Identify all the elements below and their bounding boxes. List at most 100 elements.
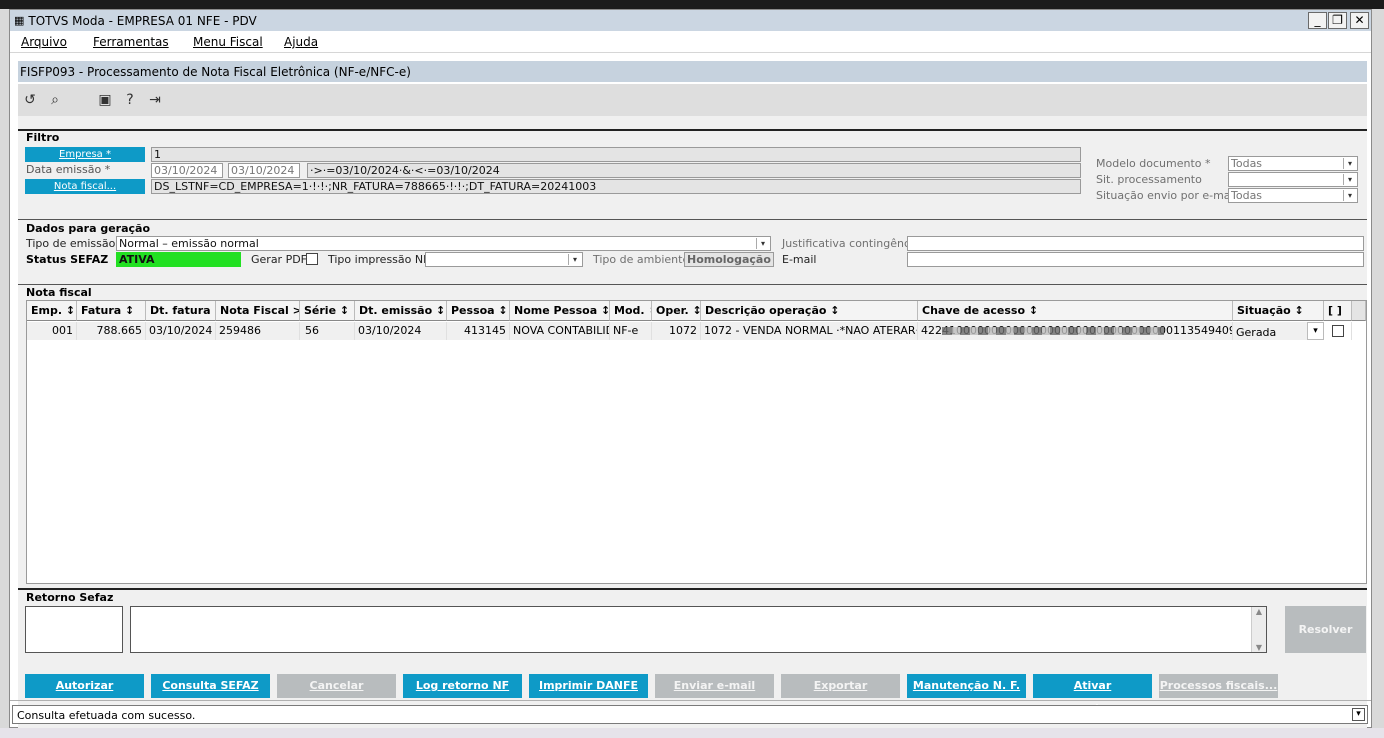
cell-select — [1324, 322, 1352, 340]
cell-chave-acesso: 4224100000000000000000000000000000001135… — [918, 322, 1233, 340]
imprimir-danfe-button[interactable]: Imprimir DANFE — [529, 674, 648, 698]
chevron-down-icon: ▾ — [1343, 174, 1356, 185]
tipo-impressao-select[interactable]: ▾ — [425, 252, 583, 267]
filtro-title: Filtro — [26, 131, 60, 144]
menu-ajuda[interactable]: Ajuda — [284, 35, 318, 49]
col-header-fatura[interactable]: Fatura ↕ — [77, 301, 146, 321]
menu-arquivo[interactable]: Arquivo — [21, 35, 67, 49]
nota-fiscal-divider — [18, 284, 1367, 285]
situacao-dropdown[interactable]: ▾ — [1307, 322, 1324, 340]
exportar-button[interactable]: Exportar — [781, 674, 900, 698]
cell-descricao-operacao: 1072 - VENDA NORMAL ·*NAO ATERAR·* — [701, 322, 918, 340]
col-header-chave-acesso[interactable]: Chave de acesso ↕ — [918, 301, 1233, 321]
row-select-checkbox[interactable] — [1332, 325, 1344, 337]
chevron-down-icon: ▾ — [1313, 326, 1318, 336]
resolver-button[interactable]: Resolver — [1285, 606, 1366, 653]
cell-serie: 56 — [300, 322, 355, 340]
retorno-scrollbar[interactable]: ▲ ▼ — [1251, 607, 1266, 652]
email-label: E-mail — [782, 253, 817, 266]
sit-envio-value: Todas — [1231, 189, 1263, 202]
justificativa-label: Justificativa contingência — [782, 237, 920, 250]
nota-fiscal-label[interactable]: Nota fiscal... — [25, 179, 145, 194]
modelo-documento-value: Todas — [1231, 157, 1263, 170]
justificativa-field[interactable] — [907, 236, 1364, 251]
chevron-down-icon: ▾ — [1343, 190, 1356, 201]
manutencao-nf-button[interactable]: Manutenção N. F. ... — [907, 674, 1026, 716]
minimize-button[interactable]: _ — [1308, 12, 1327, 29]
chevron-down-icon: ▾ — [1343, 158, 1356, 169]
sit-envio-select[interactable]: Todas ▾ — [1228, 188, 1358, 203]
sit-processamento-select[interactable]: ▾ — [1228, 172, 1358, 187]
tipo-emissao-select[interactable]: Normal – emissão normal ▾ — [116, 236, 771, 251]
cancelar-button[interactable]: Cancelar — [277, 674, 396, 698]
col-header-descricao-operacao[interactable]: Descrição operação ↕ — [701, 301, 918, 321]
status-sefaz-label: Status SEFAZ — [26, 253, 109, 266]
calendar-icon[interactable]: ▣ — [96, 91, 114, 109]
menu-ferramentas[interactable]: Ferramentas — [93, 35, 169, 49]
app-window: ▦ TOTVS Moda - EMPRESA 01 NFE - PDV _ ❐ … — [9, 9, 1372, 728]
col-header-mod[interactable]: Mod. ↕ — [610, 301, 652, 321]
data-fim-field[interactable]: 03/10/2024 — [228, 163, 300, 178]
scroll-down-icon[interactable]: ▼ — [1252, 643, 1266, 652]
status-divider — [10, 700, 1371, 701]
log-retorno-button[interactable]: Log retorno NF — [403, 674, 522, 698]
cell-mod: NF-e — [610, 322, 652, 340]
modelo-documento-select[interactable]: Todas ▾ — [1228, 156, 1358, 171]
nota-fiscal-table: Emp. ↕ Fatura ↕ Dt. fatura ↕ Nota Fiscal… — [26, 300, 1367, 584]
gerar-pdf-label: Gerar PDF — [251, 253, 308, 266]
cell-oper: 1072 — [652, 322, 701, 340]
email-field[interactable] — [907, 252, 1364, 267]
tipo-emissao-label: Tipo de emissão — [26, 237, 116, 250]
col-header-oper[interactable]: Oper. ↕ — [652, 301, 701, 321]
autorizar-button[interactable]: Autorizar — [25, 674, 144, 698]
empresa-field[interactable]: 1 — [151, 147, 1081, 162]
chevron-down-icon[interactable]: ▾ — [1352, 708, 1365, 721]
cell-dt-fatura: 03/10/2024 — [146, 322, 216, 340]
sit-processamento-label: Sit. processamento — [1096, 173, 1202, 186]
nota-fiscal-field[interactable]: DS_LSTNF=CD_EMPRESA=1·!·!·;NR_FATURA=788… — [151, 179, 1081, 194]
tipo-impressao-label: Tipo impressão NF — [328, 253, 430, 266]
retorno-title: Retorno Sefaz — [26, 591, 114, 604]
enviar-email-button[interactable]: Enviar e-mail — [655, 674, 774, 698]
col-header-select[interactable]: [ ] — [1324, 301, 1352, 321]
scroll-up-icon[interactable]: ▲ — [1252, 607, 1266, 616]
col-header-dt-fatura[interactable]: Dt. fatura ↕ — [146, 301, 216, 321]
data-expr-field[interactable]: ·>·=03/10/2024·&·<·=03/10/2024 — [307, 163, 1081, 178]
menu-menu-fiscal[interactable]: Menu Fiscal — [193, 35, 263, 49]
col-header-nome-pessoa[interactable]: Nome Pessoa ↕ — [510, 301, 610, 321]
filtro-divider — [18, 129, 1367, 131]
ativar-contingencia-button[interactable]: Ativar contingência... — [1033, 674, 1152, 716]
status-bar: Consulta efetuada com sucesso. ▾ — [12, 705, 1368, 724]
col-header-nota-fiscal[interactable]: Nota Fiscal >> — [216, 301, 300, 321]
close-button[interactable]: ✕ — [1350, 12, 1369, 29]
processos-fiscais-button[interactable]: Processos fiscais... — [1159, 674, 1278, 698]
col-header-situacao[interactable]: Situação ↕ — [1233, 301, 1324, 321]
window-title: TOTVS Moda - EMPRESA 01 NFE - PDV — [28, 13, 257, 28]
empresa-label[interactable]: Empresa * — [25, 147, 145, 162]
screen-top-bar — [0, 0, 1384, 9]
cell-pessoa: 413145 — [447, 322, 510, 340]
col-header-emp[interactable]: Emp. ↕ — [27, 301, 77, 321]
data-inicio-field[interactable]: 03/10/2024 — [151, 163, 223, 178]
title-bar: ▦ TOTVS Moda - EMPRESA 01 NFE - PDV _ ❐ … — [10, 10, 1371, 31]
cell-nome-pessoa: NOVA CONTABILIDADE — [510, 322, 610, 340]
data-emissao-label: Data emissão * — [26, 163, 111, 176]
consulta-sefaz-button[interactable]: Consulta SEFAZ — [151, 674, 270, 698]
col-header-dt-emissao[interactable]: Dt. emissão ↕ — [355, 301, 447, 321]
menu-bar: Arquivo Ferramentas Menu Fiscal Ajuda — [10, 31, 1371, 53]
gerar-pdf-checkbox[interactable] — [306, 253, 318, 265]
retorno-divider — [18, 588, 1367, 590]
restore-button[interactable]: ❐ — [1328, 12, 1347, 29]
undo-icon[interactable]: ↺ — [21, 91, 39, 109]
status-sefaz-badge: ATIVA — [116, 252, 241, 267]
help-icon[interactable]: ? — [121, 91, 139, 109]
app-logo-icon: ▦ — [14, 14, 25, 27]
search-icon[interactable]: ⌕ — [46, 91, 64, 109]
sit-envio-label: Situação envio por e-mail — [1096, 189, 1237, 202]
cell-nota-fiscal: 259486 — [216, 322, 300, 340]
col-header-pessoa[interactable]: Pessoa ↕ — [447, 301, 510, 321]
exit-icon[interactable]: ⇥ — [146, 91, 164, 109]
retorno-message-box[interactable]: ▲ ▼ — [130, 606, 1267, 653]
col-header-serie[interactable]: Série ↕ — [300, 301, 355, 321]
tipo-emissao-value: Normal – emissão normal — [119, 237, 259, 250]
